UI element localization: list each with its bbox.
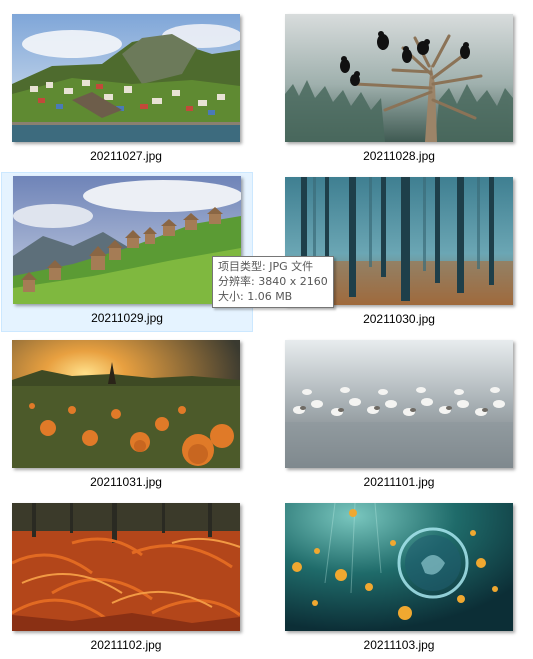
file-name-label: 20211030.jpg	[363, 312, 435, 326]
tooltip-dimensions: 分辨率: 3840 x 2160	[218, 275, 328, 288]
thumbnail-autumn-ferns[interactable]	[12, 503, 240, 631]
file-name-label: 20211101.jpg	[363, 475, 435, 489]
thumbnail-shorebird-flock[interactable]	[285, 340, 513, 468]
file-name-label: 20211027.jpg	[90, 149, 162, 163]
file-name-label: 20211031.jpg	[90, 475, 162, 489]
file-name-label: 20211028.jpg	[363, 149, 435, 163]
thumbnail-crows-dead-tree[interactable]	[285, 14, 513, 142]
thumbnail-pumpkin-field[interactable]	[12, 340, 240, 468]
file-name-label: 20211103.jpg	[363, 638, 435, 652]
file-name-label: 20211102.jpg	[90, 638, 162, 652]
tooltip-file-size: 大小: 1.06 MB	[218, 290, 293, 303]
file-tile-20211029[interactable]: 20211029.jpg	[1, 172, 253, 332]
file-tile-20211103[interactable]: 20211103.jpg	[273, 499, 525, 659]
file-name-label: 20211029.jpg	[91, 311, 163, 325]
thumbnail-coastal-village[interactable]	[12, 14, 240, 142]
tooltip-item-type: 项目类型: JPG 文件	[218, 260, 314, 273]
file-thumbnail-grid: 20211027.jpg 20211028.jpg 20211029.jpg 2…	[0, 0, 533, 659]
file-tile-20211028[interactable]: 20211028.jpg	[273, 10, 525, 170]
file-tile-20211031[interactable]: 20211031.jpg	[0, 336, 252, 496]
thumbnail-underwater-jellyfish[interactable]	[285, 503, 513, 631]
thumbnail-stone-crypts-mountain[interactable]	[13, 176, 241, 304]
file-tile-20211030[interactable]: 20211030.jpg	[273, 173, 525, 333]
file-tile-20211027[interactable]: 20211027.jpg	[0, 10, 252, 170]
file-tile-20211102[interactable]: 20211102.jpg	[0, 499, 252, 659]
file-info-tooltip: 项目类型: JPG 文件 分辨率: 3840 x 2160 大小: 1.06 M…	[212, 256, 334, 308]
file-tile-20211101[interactable]: 20211101.jpg	[273, 336, 525, 496]
